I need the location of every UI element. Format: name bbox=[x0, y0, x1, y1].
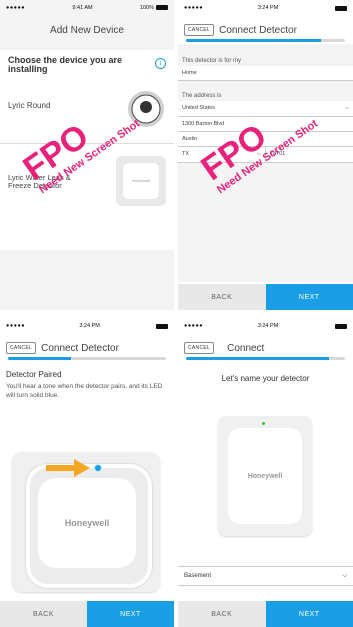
detector-name-select[interactable]: Basement ⌵ bbox=[178, 566, 353, 586]
footer-buttons: BACK NEXT bbox=[0, 601, 174, 627]
detector-image: Honeywell bbox=[12, 452, 160, 592]
next-button[interactable]: NEXT bbox=[87, 601, 174, 627]
back-button[interactable]: BACK bbox=[178, 601, 266, 627]
screen-detector-paired: ●●●●● 3:24 PM CANCEL Connect Detector De… bbox=[0, 318, 174, 627]
state-zip-row: TX ⌵ 78701 bbox=[178, 147, 353, 163]
brand-logo: Honeywell bbox=[247, 472, 283, 480]
city-field[interactable]: Austin bbox=[178, 132, 353, 147]
device-option-lyric-round[interactable]: Lyric Round bbox=[0, 75, 174, 144]
page-title: Add New Device bbox=[50, 24, 124, 36]
footer-buttons: BACK NEXT bbox=[178, 601, 353, 627]
progress-fill bbox=[8, 357, 72, 360]
screen-add-device: ●●●●● 9:41 AM 100% Add New Device Choose… bbox=[0, 0, 174, 310]
info-icon[interactable]: i bbox=[155, 58, 166, 69]
signal-indicator: ●●●●● bbox=[6, 5, 26, 11]
screen-connect-address: ●●●●● 3:24 PM CANCEL Connect Detector Th… bbox=[178, 0, 353, 310]
chevron-down-icon: ⌵ bbox=[344, 105, 349, 111]
page-title: Connect Detector bbox=[41, 342, 119, 354]
nav-bar: CANCEL Connect Detector bbox=[178, 16, 353, 44]
arrow-icon bbox=[46, 459, 90, 477]
nav-bar: CANCEL Connect bbox=[178, 334, 353, 362]
device-chooser: Choose the device you are installing i L… bbox=[0, 50, 174, 250]
back-button[interactable]: BACK bbox=[0, 601, 87, 627]
battery-icon bbox=[334, 323, 347, 329]
street-field[interactable]: 1300 Barton Blvd bbox=[178, 117, 353, 132]
detector-image: Honeywell bbox=[218, 416, 312, 536]
country-value: United States bbox=[182, 105, 216, 111]
device-label: Lyric Round bbox=[8, 100, 51, 110]
cancel-button[interactable]: CANCEL bbox=[184, 342, 215, 354]
paired-heading: Detector Paired bbox=[6, 370, 62, 379]
progress-bar bbox=[8, 357, 166, 360]
status-bar: ●●●●● 3:24 PM bbox=[178, 318, 353, 334]
progress-bar bbox=[186, 39, 345, 42]
detector-face: Honeywell bbox=[123, 162, 159, 199]
led-indicator bbox=[94, 464, 102, 472]
status-bar: ●●●●● 3:24 PM bbox=[0, 318, 174, 334]
for-label: This detector is for my bbox=[182, 58, 242, 64]
address-form: This detector is for my Home The address… bbox=[178, 44, 353, 282]
footer-buttons: BACK NEXT bbox=[178, 284, 353, 310]
led-indicator bbox=[262, 422, 265, 425]
screen-name-detector: ●●●●● 3:24 PM CANCEL Connect Let's name … bbox=[178, 318, 353, 627]
zip-field[interactable]: 78701 bbox=[265, 147, 353, 163]
country-select[interactable]: United States ⌵ bbox=[178, 101, 353, 117]
device-option-water-leak[interactable]: Lyric Water Leak & Freeze Detector Honey… bbox=[0, 144, 174, 224]
signal-indicator: ●●●●● bbox=[184, 323, 204, 329]
back-button[interactable]: BACK bbox=[178, 284, 266, 310]
status-time: 9:41 AM bbox=[72, 5, 93, 11]
next-button[interactable]: NEXT bbox=[265, 284, 353, 310]
battery-icon bbox=[334, 5, 347, 11]
detector-name-value: Basement bbox=[184, 573, 212, 579]
battery-icon bbox=[155, 5, 168, 11]
paired-body: You'll hear a tone when the detector pai… bbox=[6, 383, 163, 399]
address-label: The address is bbox=[182, 93, 222, 99]
status-time: 3:24 PM bbox=[257, 323, 279, 329]
state-select[interactable]: TX ⌵ bbox=[178, 147, 265, 163]
battery-status: 100% bbox=[140, 5, 168, 11]
next-button[interactable]: NEXT bbox=[265, 601, 353, 627]
status-time: 3:24 PM bbox=[257, 5, 279, 11]
location-field[interactable]: Home bbox=[178, 66, 353, 81]
page-title: Connect bbox=[227, 342, 265, 354]
detector-face: Honeywell bbox=[38, 478, 136, 568]
chooser-heading: Choose the device you are installing bbox=[8, 55, 123, 75]
status-bar: ●●●●● 9:41 AM 100% bbox=[0, 0, 174, 16]
progress-bar bbox=[186, 357, 345, 360]
progress-fill bbox=[186, 39, 322, 42]
chevron-down-icon: ⌵ bbox=[256, 151, 261, 157]
status-bar: ●●●●● 3:24 PM bbox=[178, 0, 353, 16]
battery-icon bbox=[155, 323, 168, 329]
battery-label: 100% bbox=[139, 5, 154, 11]
state-value: TX bbox=[182, 151, 190, 157]
chevron-down-icon: ⌵ bbox=[342, 572, 347, 579]
nav-bar: CANCEL Connect Detector bbox=[0, 334, 174, 362]
name-heading: Let's name your detector bbox=[221, 374, 310, 383]
progress-fill bbox=[186, 357, 330, 360]
signal-indicator: ●●●●● bbox=[6, 323, 26, 329]
thermostat-icon bbox=[128, 90, 164, 127]
water-detector-image: Honeywell bbox=[116, 155, 166, 206]
detector-face: Honeywell bbox=[228, 428, 302, 524]
device-label: Lyric Water Leak & Freeze Detector bbox=[8, 172, 71, 191]
brand-logo: Honeywell bbox=[64, 518, 110, 528]
signal-indicator: ●●●●● bbox=[184, 5, 204, 11]
cancel-button[interactable]: CANCEL bbox=[184, 24, 215, 36]
page-title: Connect Detector bbox=[219, 24, 297, 36]
nav-bar: Add New Device bbox=[0, 16, 174, 44]
cancel-button[interactable]: CANCEL bbox=[6, 342, 37, 354]
status-time: 3:24 PM bbox=[79, 323, 100, 329]
